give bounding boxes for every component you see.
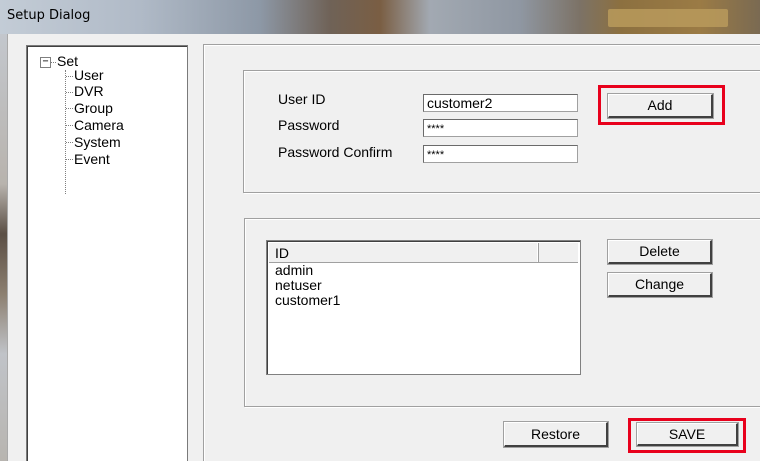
- title-bar[interactable]: Setup Dialog: [0, 0, 760, 34]
- list-header: ID: [269, 243, 578, 263]
- delete-button[interactable]: Delete: [607, 239, 713, 265]
- column-header-id-label: ID: [275, 245, 289, 261]
- tree-item-group[interactable]: Group: [74, 101, 113, 115]
- password-label: Password: [278, 117, 340, 133]
- tree-connector: [66, 142, 73, 143]
- list-item[interactable]: customer1: [275, 293, 340, 308]
- tree-connector: [66, 76, 73, 77]
- tree-connector: [50, 62, 56, 63]
- user-list[interactable]: ID admin netuser customer1: [266, 240, 581, 375]
- tree-connector: [66, 125, 73, 126]
- save-button[interactable]: SAVE: [636, 422, 739, 447]
- column-header-id[interactable]: ID: [269, 243, 539, 262]
- tree-connector: [66, 92, 73, 93]
- settings-tree[interactable]: − Set User DVR Group Camera System Event: [26, 45, 188, 461]
- tree-connector: [66, 159, 73, 160]
- user-id-label: User ID: [278, 91, 326, 107]
- title-bar-button-glow: [608, 9, 728, 27]
- tree-connector: [65, 70, 66, 194]
- tree-root-set[interactable]: Set: [57, 54, 78, 68]
- background-strip: [0, 34, 7, 461]
- user-id-input[interactable]: customer2: [423, 94, 578, 112]
- tree-item-user[interactable]: User: [74, 68, 104, 82]
- tree-connector: [66, 108, 73, 109]
- setup-dialog-window: Setup Dialog − Set User DVR Group Camera…: [0, 0, 760, 461]
- password-confirm-label: Password Confirm: [278, 144, 393, 160]
- list-item[interactable]: netuser: [275, 278, 322, 293]
- tree-item-camera[interactable]: Camera: [74, 118, 124, 132]
- password-input[interactable]: ****: [423, 119, 578, 137]
- window-title: Setup Dialog: [7, 8, 91, 23]
- list-item[interactable]: admin: [275, 263, 313, 278]
- tree-item-dvr[interactable]: DVR: [74, 84, 104, 98]
- tree-item-event[interactable]: Event: [74, 152, 110, 166]
- tree-item-system[interactable]: System: [74, 135, 121, 149]
- password-confirm-input[interactable]: ****: [423, 145, 578, 163]
- add-button[interactable]: Add: [607, 93, 714, 119]
- change-button[interactable]: Change: [607, 272, 713, 298]
- restore-button[interactable]: Restore: [503, 421, 609, 448]
